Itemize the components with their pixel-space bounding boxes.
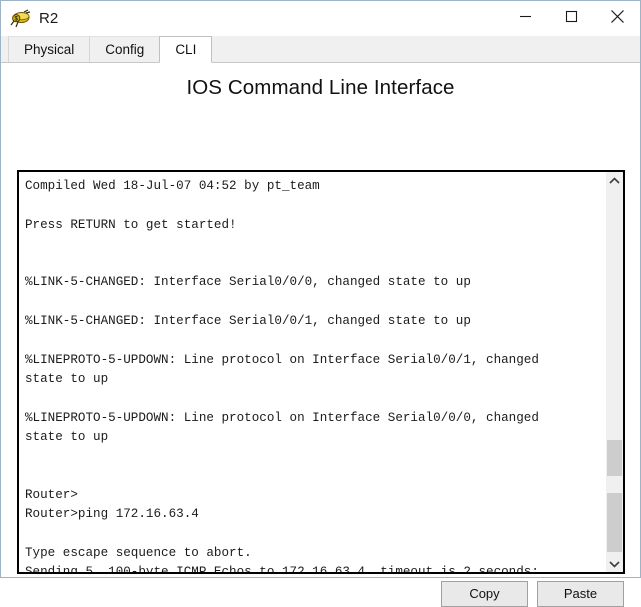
cli-scrollbar[interactable] — [605, 172, 623, 572]
cli-console: Compiled Wed 18-Jul-07 04:52 by pt_team … — [17, 170, 625, 574]
tab-cli[interactable]: CLI — [159, 36, 213, 63]
paste-button[interactable]: Paste — [537, 581, 624, 607]
scroll-up-icon[interactable] — [606, 172, 623, 189]
window-controls — [502, 1, 640, 35]
maximize-icon — [565, 10, 578, 26]
router-icon: $ — [10, 8, 32, 29]
scrollbar-thumb[interactable] — [607, 440, 622, 552]
minimize-icon — [519, 10, 532, 26]
window-title: R2 — [39, 9, 59, 27]
close-button[interactable] — [594, 1, 640, 35]
cli-text-content: Compiled Wed 18-Jul-07 04:52 by pt_team … — [25, 179, 539, 572]
action-buttons: Copy Paste — [441, 581, 624, 607]
scroll-down-icon[interactable] — [606, 555, 623, 572]
maximize-button[interactable] — [548, 1, 594, 35]
scrollbar-thumb-grip — [607, 476, 622, 493]
tab-physical[interactable]: Physical — [8, 36, 91, 62]
close-icon — [610, 9, 625, 27]
page-title: IOS Command Line Interface — [186, 76, 455, 99]
title-bar: $ R2 — [1, 1, 640, 36]
router-cli-window: $ R2 Physical Config CLI IOS Command Lin… — [0, 0, 641, 607]
cli-output-text[interactable]: Compiled Wed 18-Jul-07 04:52 by pt_team … — [19, 172, 605, 572]
minimize-button[interactable] — [502, 1, 548, 35]
tab-strip: Physical Config CLI — [1, 36, 640, 63]
main-content: IOS Command Line Interface Compiled Wed … — [1, 63, 640, 607]
tab-config[interactable]: Config — [89, 36, 161, 62]
copy-button[interactable]: Copy — [441, 581, 528, 607]
